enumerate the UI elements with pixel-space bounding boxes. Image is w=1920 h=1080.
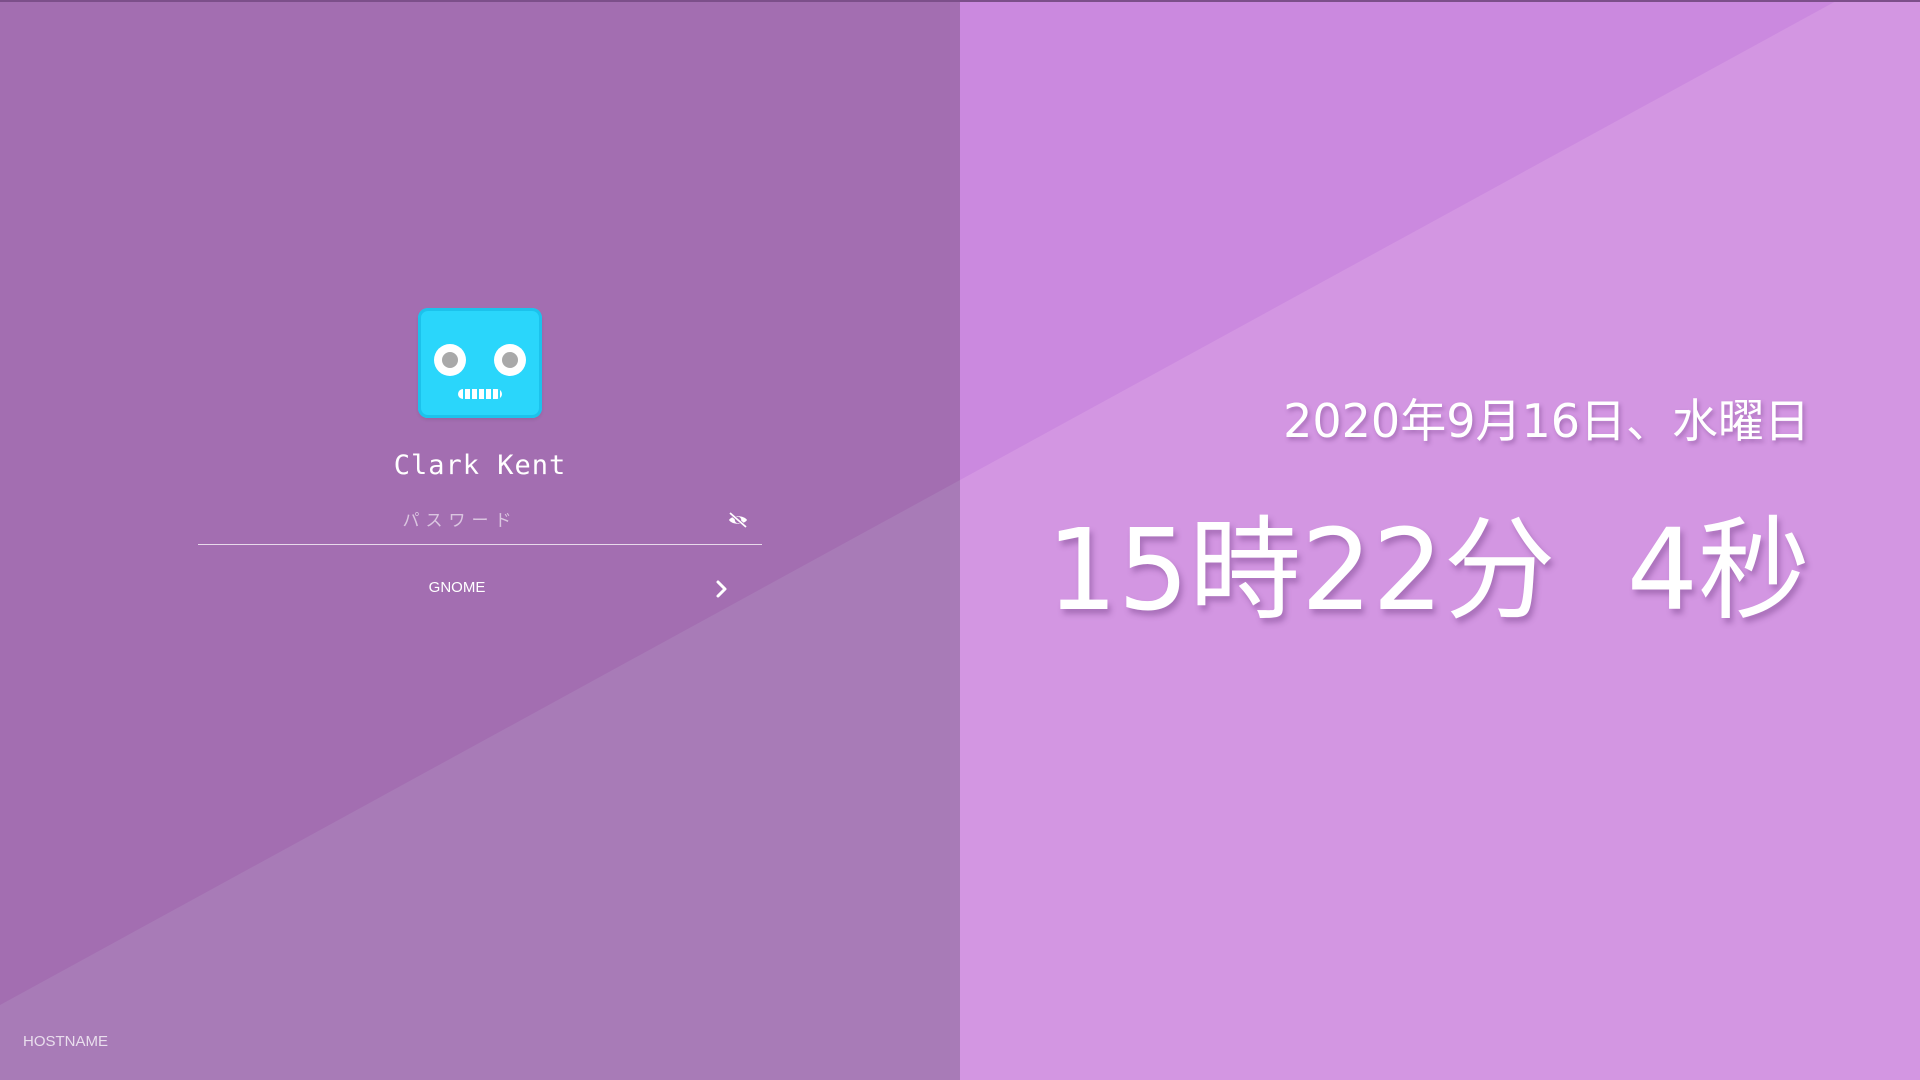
robot-avatar-icon[interactable] <box>418 308 542 418</box>
top-border <box>0 0 1920 2</box>
avatar-right-eye <box>494 344 526 376</box>
time-display: 15時22分 4秒 <box>1046 506 1811 636</box>
avatar-mouth <box>458 389 502 399</box>
password-field-row <box>198 500 762 545</box>
password-input[interactable] <box>198 500 722 542</box>
username-label[interactable]: Clark Kent <box>330 450 630 481</box>
hostname-label: HOSTNAME <box>23 1033 109 1050</box>
eye-off-icon[interactable] <box>726 508 750 532</box>
session-label: GNOME <box>428 579 486 596</box>
date-display: 2020年9月16日、水曜日 <box>1283 394 1810 448</box>
chevron-right-icon[interactable] <box>710 575 734 603</box>
session-selector[interactable]: GNOME <box>198 575 762 605</box>
avatar-left-eye <box>434 344 466 376</box>
